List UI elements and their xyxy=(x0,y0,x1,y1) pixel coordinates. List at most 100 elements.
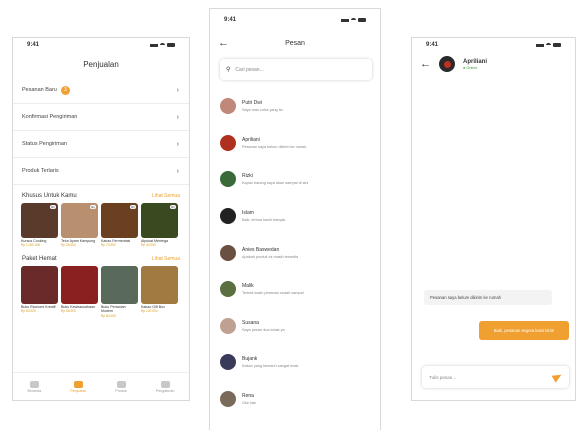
chat-name: Susana xyxy=(242,319,259,326)
nav-label: Penjualan xyxy=(70,388,87,393)
battery-icon xyxy=(553,43,561,47)
chat-name: Apriliani xyxy=(242,136,260,143)
signal-icon xyxy=(341,18,349,22)
chevron-right-icon: › xyxy=(176,167,179,175)
chat-preview: Kakao yang kemarin sangat enak xyxy=(242,364,299,369)
chat-item[interactable]: Susana Saya pesan dua kotak ya xyxy=(210,308,380,345)
status-time: 9:41 xyxy=(224,17,237,23)
chevron-right-icon: › xyxy=(176,140,179,148)
chat-item[interactable]: Rena Oke kak xyxy=(210,381,380,418)
menu-item-label: Pesanan Baru xyxy=(22,87,57,93)
product-card[interactable]: Buku Pertanian Modern Rp 80.000 xyxy=(101,266,138,318)
product-card[interactable]: Buku Kewirausahaan Rp 65.000 xyxy=(61,266,98,317)
search-icon: ⚲ xyxy=(226,67,231,73)
product-image xyxy=(141,266,178,305)
chat-list: Putri Dwi Saya mau coba yang itu Aprilia… xyxy=(210,88,380,417)
battery-icon xyxy=(358,18,366,22)
chat-name: Islam xyxy=(242,210,254,217)
menu-item[interactable]: Pesanan Baru 3 › xyxy=(13,77,189,104)
search-placeholder: Cari pesan... xyxy=(235,66,264,73)
contact-name: Apriliani xyxy=(463,58,488,65)
menu-item[interactable]: Produk Terlaris › xyxy=(13,158,189,185)
status-time: 9:41 xyxy=(426,42,439,48)
battery-icon xyxy=(167,43,175,47)
price-tag: Rp xyxy=(90,205,96,209)
nav-item[interactable]: Penjualan xyxy=(70,380,87,393)
section-header-bundle: Paket Hemat Lihat Semua xyxy=(13,256,189,262)
home-icon xyxy=(29,380,39,388)
chat-screen: 9:41 ← Apriliani ● Online Pesanan saya b… xyxy=(411,37,576,401)
chat-preview: Pesanan saya belum dikirim ke rumah xyxy=(242,144,307,149)
status-bar: 9:41 xyxy=(13,38,189,52)
section-header-special: Khusus Untuk Kamu Lihat Semua xyxy=(13,193,189,199)
product-price: Rp 65.000 xyxy=(61,309,76,314)
status-bar: 9:41 xyxy=(210,13,380,27)
chat-item[interactable]: Malik Terima kasih pesanan sudah sampai xyxy=(210,271,380,308)
sales-menu: Pesanan Baru 3 › Konfirmasi Pengiriman ›… xyxy=(13,77,189,185)
chat-name: Anies Baswedan xyxy=(242,246,280,253)
product-price: Rp 25.000 xyxy=(61,243,76,248)
chat-preview: Saya mau coba yang itu xyxy=(242,108,283,113)
chat-item[interactable]: Apriliani Pesanan saya belum dikirim ke … xyxy=(210,125,380,162)
incoming-message: Pesanan saya belum dikirim ke rumah xyxy=(424,290,552,305)
nav-item[interactable]: Beranda xyxy=(27,380,42,393)
product-card[interactable]: Buku Ekonomi Kreatif Rp 60.000 xyxy=(21,266,58,317)
product-price: Rp 40.000 xyxy=(141,243,156,248)
nav-item[interactable]: Produk xyxy=(115,380,127,393)
product-card[interactable]: Rp Alpukat Mentega Rp 40.000 xyxy=(141,203,178,247)
chat-name: Putri Dwi xyxy=(242,100,263,107)
chat-preview: Saya pesan dua kotak ya xyxy=(242,327,285,332)
page-title: Penjualan xyxy=(83,60,119,69)
chat-preview: Oke kak xyxy=(242,401,256,406)
nav-label: Beranda xyxy=(27,388,42,393)
page-title: Pesan xyxy=(285,39,305,47)
chevron-right-icon: › xyxy=(176,113,179,121)
chat-item[interactable]: Islam Baik, terima kasih banyak xyxy=(210,198,380,235)
menu-item[interactable]: Status Pengiriman › xyxy=(13,131,189,158)
price-tag: Rp xyxy=(170,205,176,209)
product-price: Rp 80.000 xyxy=(101,313,116,318)
product-card[interactable]: Rp Telur Ayam Kampung Rp 25.000 xyxy=(61,203,98,247)
product-image: Rp xyxy=(141,203,178,238)
nav-item[interactable]: Pengaturan xyxy=(156,380,174,393)
menu-item-label: Status Pengiriman xyxy=(22,141,67,147)
see-all-link[interactable]: Lihat Semua xyxy=(152,256,180,262)
chat-name: Rena xyxy=(242,393,254,400)
product-card[interactable]: Rp Kakao Fermentasi Rp 70.000 xyxy=(101,203,138,247)
send-icon[interactable] xyxy=(551,371,564,383)
wifi-icon xyxy=(351,18,356,22)
chat-preview: Kapan barang saya akan sampai di sini xyxy=(242,181,309,186)
signal-icon xyxy=(536,43,544,47)
sales-screen: 9:41 Penjualan Pesanan Baru 3 › Konfirma… xyxy=(12,37,190,401)
product-price: Rp 120.000 xyxy=(141,309,158,314)
chat-preview: Terima kasih pesanan sudah sampai xyxy=(242,291,304,296)
back-arrow-icon[interactable]: ← xyxy=(420,58,431,70)
chat-name: Rizki xyxy=(242,173,253,180)
menu-item-label: Konfirmasi Pengiriman xyxy=(22,114,78,120)
status-time: 9:41 xyxy=(27,42,40,48)
product-image: Rp xyxy=(21,203,58,238)
product-image xyxy=(101,266,138,305)
messages-header: ← Pesan xyxy=(210,35,380,51)
message-input[interactable]: Tulis pesan... xyxy=(422,366,569,388)
product-card[interactable]: Rp Kursus Cooking Rp 1.000.000 xyxy=(21,203,58,247)
wifi-icon xyxy=(546,43,551,47)
chat-item[interactable]: Anies Baswedan Apakah produk ini masih t… xyxy=(210,234,380,271)
chat-item[interactable]: Putri Dwi Saya mau coba yang itu xyxy=(210,88,380,125)
bottom-nav: Beranda Penjualan Produk Pengaturan xyxy=(13,372,189,400)
chat-item[interactable]: Bujank Kakao yang kemarin sangat enak xyxy=(210,344,380,381)
search-input[interactable]: ⚲ Cari pesan... xyxy=(220,59,372,80)
messages-screen: 9:41 ← Pesan ⚲ Cari pesan... Putri Dwi S… xyxy=(209,8,381,430)
back-arrow-icon[interactable]: ← xyxy=(218,37,232,49)
menu-item[interactable]: Konfirmasi Pengiriman › xyxy=(13,104,189,131)
avatar xyxy=(220,134,236,151)
see-all-link[interactable]: Lihat Semua xyxy=(152,193,180,199)
menu-item-label: Produk Terlaris xyxy=(22,168,59,174)
avatar xyxy=(220,317,236,334)
product-card[interactable]: Kakao Gift Box Rp 120.000 xyxy=(141,266,178,317)
product-image xyxy=(21,266,58,305)
product-price: Rp 1.000.000 xyxy=(21,243,41,248)
avatar xyxy=(220,281,236,298)
chat-item[interactable]: Rizki Kapan barang saya akan sampai di s… xyxy=(210,161,380,198)
price-tag: Rp xyxy=(50,205,56,209)
